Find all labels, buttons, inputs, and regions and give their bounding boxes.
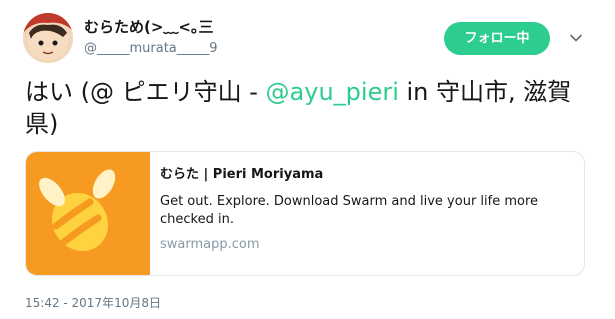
following-button[interactable]: フォロー中 xyxy=(444,22,550,55)
avatar-image xyxy=(23,13,73,63)
card-image xyxy=(26,152,150,275)
user-handle[interactable]: @_____murata_____9 xyxy=(84,41,218,57)
card-domain: swarmapp.com xyxy=(160,237,260,252)
avatar[interactable] xyxy=(23,13,73,63)
tweet-text: はい (@ ピエリ守山 - @ayu_pieri in 守山市, 滋賀県) xyxy=(25,76,595,140)
chevron-down-icon[interactable] xyxy=(568,30,584,46)
mention-link[interactable]: @ayu_pieri xyxy=(266,78,399,106)
card-description: Get out. Explore. Download Swarm and liv… xyxy=(160,194,539,227)
display-name[interactable]: むらため(>﹏<｡三 xyxy=(84,18,214,36)
timestamp[interactable]: 15:42 - 2017年10月8日 xyxy=(25,296,161,311)
tweet-text-part-1: はい (@ ピエリ守山 - xyxy=(25,78,266,106)
link-card[interactable]: むらた | Pieri Moriyama Get out. Explore. D… xyxy=(25,151,585,276)
card-title: むらた | Pieri Moriyama xyxy=(160,167,324,182)
card-body: むらた | Pieri Moriyama Get out. Explore. D… xyxy=(160,166,570,253)
swarm-bee-icon xyxy=(39,169,116,252)
